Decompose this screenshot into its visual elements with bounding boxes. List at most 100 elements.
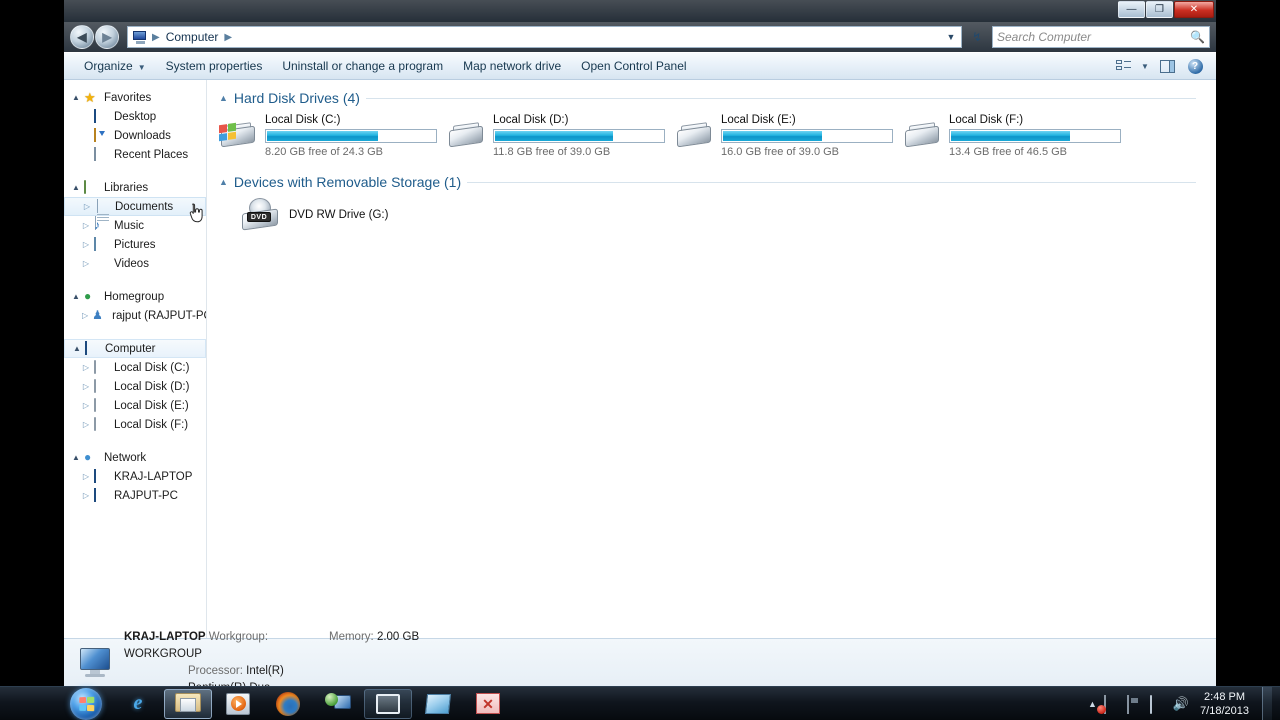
sidebar-item-favorites[interactable]: ▲ ★ Favorites bbox=[64, 88, 206, 107]
maximize-button[interactable]: ❐ bbox=[1146, 1, 1173, 18]
expander-icon[interactable]: ▲ bbox=[72, 292, 80, 301]
uninstall-program-button[interactable]: Uninstall or change a program bbox=[272, 55, 453, 77]
expander-icon[interactable]: ▲ bbox=[72, 453, 80, 462]
taskbar-item-red-chart-app[interactable]: ✕ bbox=[464, 689, 512, 719]
navigation-buttons: ◀ ▶ bbox=[70, 25, 119, 49]
removable-media-icon[interactable] bbox=[1126, 695, 1143, 714]
breadcrumb-separator-icon: ▶ bbox=[152, 31, 160, 43]
pictures-icon bbox=[94, 236, 110, 252]
sidebar-item-local-disk-f[interactable]: ▷ Local Disk (F:) bbox=[64, 415, 206, 434]
address-bar[interactable]: ▶ Computer ▶ ▼ bbox=[127, 26, 962, 48]
taskbar-item-windows-media-player[interactable] bbox=[214, 689, 262, 719]
chevron-down-icon[interactable]: ▼ bbox=[943, 32, 959, 42]
preview-pane-button[interactable] bbox=[1154, 55, 1180, 77]
drive-item[interactable]: Local Disk (E:) 16.0 GB free of 39.0 GB bbox=[675, 114, 903, 158]
device-item-dvd[interactable]: DVD DVD RW Drive (G:) bbox=[219, 198, 1216, 232]
expander-icon[interactable]: ▷ bbox=[82, 401, 90, 410]
sidebar-item-documents[interactable]: ▷ Documents bbox=[64, 197, 206, 230]
help-button[interactable]: ? bbox=[1182, 55, 1208, 77]
sidebar-item-music[interactable]: ▷ ♪ Music bbox=[64, 216, 206, 235]
start-button[interactable] bbox=[70, 687, 102, 720]
expander-icon[interactable]: ▷ bbox=[82, 363, 90, 372]
taskbar-item-network-computer-app[interactable] bbox=[314, 689, 362, 719]
minimize-button[interactable]: — bbox=[1118, 1, 1145, 18]
system-properties-button[interactable]: System properties bbox=[156, 55, 273, 77]
expander-icon[interactable]: ▷ bbox=[82, 240, 90, 249]
sidebar-item-rajput-user[interactable]: ▷ ♟ rajput (RAJPUT-PC) bbox=[64, 306, 206, 325]
drive-item[interactable]: Local Disk (F:) 13.4 GB free of 46.5 GB bbox=[903, 114, 1131, 158]
expander-icon[interactable]: ▲ bbox=[72, 183, 80, 192]
computer-icon bbox=[78, 647, 114, 679]
sidebar-item-homegroup[interactable]: ▲ ● Homegroup bbox=[64, 287, 206, 306]
sidebar-item-network[interactable]: ▲ ● Network bbox=[64, 448, 206, 467]
sidebar-item-computer[interactable]: ▲ Computer bbox=[64, 339, 206, 358]
sidebar-label: Recent Places bbox=[114, 148, 189, 161]
content-pane[interactable]: ▲ Hard Disk Drives (4) Local Disk (C:) 8… bbox=[207, 80, 1216, 638]
computer-icon bbox=[133, 30, 148, 44]
expander-icon[interactable]: ▷ bbox=[82, 491, 90, 500]
sidebar-item-recent-places[interactable]: Recent Places bbox=[64, 145, 206, 164]
sidebar-item-pictures[interactable]: ▷ Pictures bbox=[64, 235, 206, 254]
expander-icon[interactable]: ▷ bbox=[82, 472, 90, 481]
sidebar-item-videos[interactable]: ▷ Videos bbox=[64, 254, 206, 273]
help-icon: ? bbox=[1187, 58, 1203, 74]
open-control-panel-button[interactable]: Open Control Panel bbox=[571, 55, 696, 77]
expander-icon[interactable]: ▲ bbox=[73, 344, 81, 353]
taskbar-item-blue-app[interactable] bbox=[414, 689, 462, 719]
sidebar-item-local-disk-e[interactable]: ▷ Local Disk (E:) bbox=[64, 396, 206, 415]
close-button[interactable]: ✕ bbox=[1174, 1, 1214, 18]
drive-item[interactable]: Local Disk (C:) 8.20 GB free of 24.3 GB bbox=[219, 114, 447, 158]
forward-button[interactable]: ▶ bbox=[95, 25, 119, 49]
organize-label: Organize bbox=[84, 59, 133, 73]
show-desktop-button[interactable] bbox=[1262, 686, 1272, 720]
nav-group-libraries: ▲ Libraries ▷ Documents ▷ ♪ Music ▷ Pict… bbox=[64, 178, 206, 273]
taskbar-item-firefox[interactable] bbox=[264, 689, 312, 719]
taskbar-item-internet-explorer[interactable]: e bbox=[114, 689, 162, 719]
sidebar-item-local-disk-d[interactable]: ▷ Local Disk (D:) bbox=[64, 377, 206, 396]
expander-icon[interactable]: ▲ bbox=[219, 177, 228, 187]
view-dropdown-button[interactable]: ▼ bbox=[1138, 55, 1152, 77]
expander-icon[interactable]: ▲ bbox=[219, 93, 228, 103]
refresh-icon[interactable]: ↯ bbox=[966, 30, 988, 44]
volume-icon[interactable]: 🔊 bbox=[1173, 697, 1189, 710]
expander-icon[interactable]: ▷ bbox=[82, 382, 90, 391]
sidebar-item-downloads[interactable]: Downloads bbox=[64, 126, 206, 145]
expander-icon[interactable]: ▷ bbox=[82, 259, 90, 268]
group-header-hard-disk-drives[interactable]: ▲ Hard Disk Drives (4) bbox=[219, 90, 1216, 106]
firefox-icon bbox=[276, 691, 300, 716]
expander-icon[interactable]: ▷ bbox=[83, 202, 91, 211]
sidebar-item-libraries[interactable]: ▲ Libraries bbox=[64, 178, 206, 197]
group-header-removable-storage[interactable]: ▲ Devices with Removable Storage (1) bbox=[219, 174, 1216, 190]
change-view-button[interactable] bbox=[1110, 55, 1136, 77]
navigation-pane[interactable]: ▲ ★ Favorites Desktop Downloads Recent P… bbox=[64, 80, 207, 638]
map-network-drive-button[interactable]: Map network drive bbox=[453, 55, 571, 77]
network-icon: ● bbox=[84, 449, 92, 464]
taskbar-item-windows-explorer[interactable] bbox=[164, 688, 212, 719]
search-input[interactable]: Search Computer 🔍 bbox=[992, 26, 1210, 48]
sidebar-label: rajput (RAJPUT-PC) bbox=[112, 309, 207, 322]
drive-info: Local Disk (E:) 16.0 GB free of 39.0 GB bbox=[721, 114, 903, 158]
sidebar-item-desktop[interactable]: Desktop bbox=[64, 107, 206, 126]
sidebar-item-local-disk-c[interactable]: ▷ Local Disk (C:) bbox=[64, 358, 206, 377]
capacity-bar bbox=[493, 129, 665, 143]
taskbar-item-white-frame-app[interactable] bbox=[364, 688, 412, 719]
network-icon[interactable] bbox=[1149, 695, 1166, 714]
action-center-flag-icon[interactable] bbox=[1103, 695, 1120, 714]
breadcrumb-computer[interactable]: Computer bbox=[164, 30, 221, 44]
drive-icon bbox=[447, 122, 485, 152]
drive-item[interactable]: Local Disk (D:) 11.8 GB free of 39.0 GB bbox=[447, 114, 675, 158]
sidebar-item-rajput-pc[interactable]: ▷ RAJPUT-PC bbox=[64, 486, 206, 505]
show-hidden-icons-button[interactable]: ▲ bbox=[1088, 699, 1097, 709]
clock[interactable]: 2:48 PM 7/18/2013 bbox=[1196, 690, 1255, 718]
organize-menu[interactable]: Organize ▼ bbox=[74, 55, 156, 77]
expander-icon[interactable]: ▷ bbox=[82, 221, 90, 230]
breadcrumb-separator-icon-2[interactable]: ▶ bbox=[223, 32, 233, 43]
sidebar-label: Documents bbox=[115, 200, 174, 213]
expander-icon[interactable]: ▲ bbox=[72, 93, 80, 102]
back-button[interactable]: ◀ bbox=[70, 25, 94, 49]
expander-icon[interactable]: ▷ bbox=[82, 420, 90, 429]
sidebar-item-kraj-laptop[interactable]: ▷ KRAJ-LAPTOP bbox=[64, 467, 206, 486]
preview-pane-icon bbox=[1159, 59, 1175, 73]
expander-icon[interactable]: ▷ bbox=[82, 311, 88, 320]
